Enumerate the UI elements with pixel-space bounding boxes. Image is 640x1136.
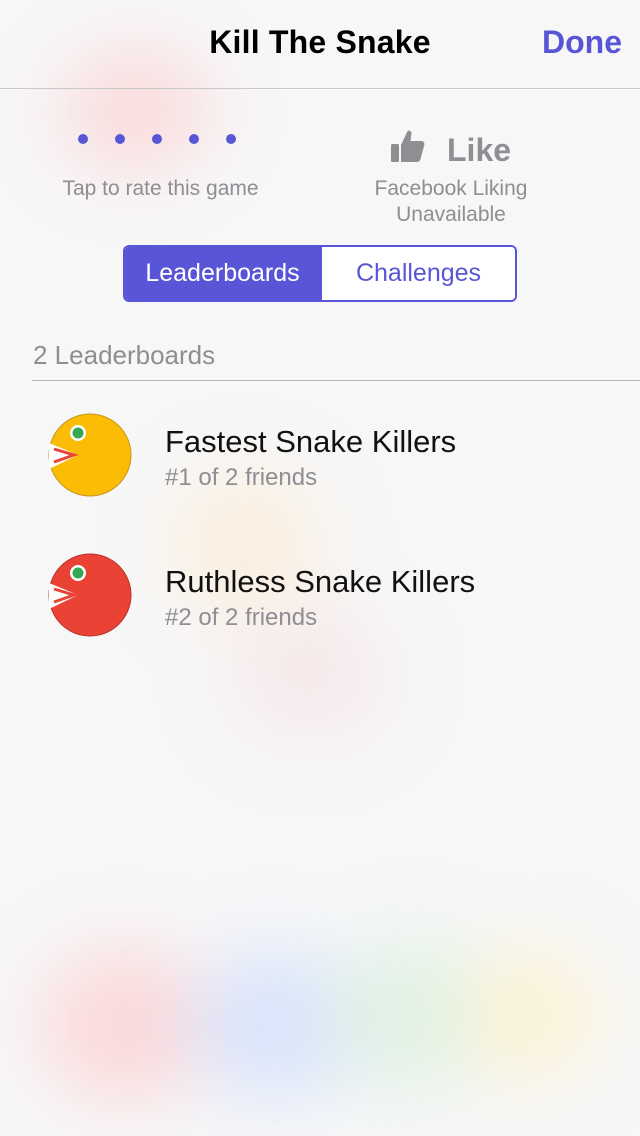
snake-face-icon [48,413,132,497]
leaderboard-title: Ruthless Snake Killers [165,564,476,599]
leaderboard-row[interactable]: Ruthless Snake Killers #2 of 2 friends [0,550,640,680]
background-blur [460,950,600,1080]
like-button[interactable]: Like [390,126,530,170]
facebook-status-text: Facebook Liking [374,177,528,200]
rating-label: Tap to rate this game [62,177,259,200]
section-header: 2 Leaderboards [33,340,216,370]
leaderboard-rank: #1 of 2 friends [165,464,318,491]
facebook-status-text: Unavailable [396,203,506,226]
like-label: Like [447,132,512,168]
leaderboard-rank: #2 of 2 friends [165,604,318,631]
leaderboard-title: Fastest Snake Killers [165,424,457,459]
rating-dot-icon[interactable] [78,134,88,144]
rating-dot-icon[interactable] [115,134,125,144]
background-blur [40,950,210,1100]
done-button[interactable]: Done [542,24,622,61]
rating-control[interactable]: Tap to rate this game [48,120,273,210]
divider [32,380,640,381]
thumbs-up-icon [391,130,425,162]
leaderboard-row[interactable]: Fastest Snake Killers #1 of 2 friends [0,410,640,540]
segmented-control: Leaderboards Challenges [123,245,517,302]
rating-dots [78,134,248,146]
navigation-bar: Kill The Snake Done [0,0,640,89]
rating-dot-icon[interactable] [226,134,236,144]
tab-leaderboards[interactable]: Leaderboards [125,247,320,300]
rating-dot-icon[interactable] [152,134,162,144]
rating-dot-icon[interactable] [189,134,199,144]
game-center-screen: Kill The Snake Done Tap to rate this gam… [0,0,640,1136]
snake-face-icon [48,553,132,637]
tab-challenges[interactable]: Challenges [320,247,515,300]
facebook-like: Like Facebook Liking Unavailable [360,120,542,230]
